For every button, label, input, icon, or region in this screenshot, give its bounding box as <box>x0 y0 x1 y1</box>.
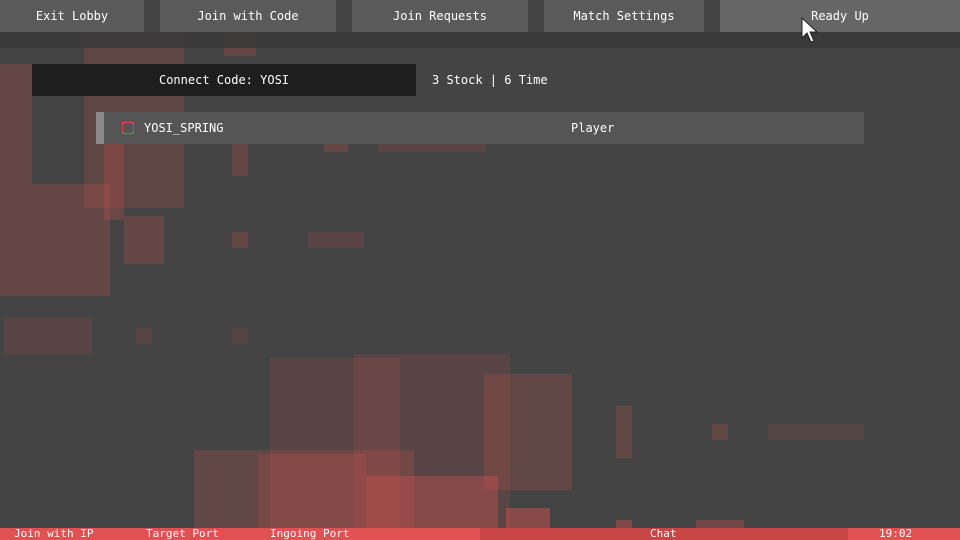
bottom-bar: Join with IP Target Port Ingoing Port Ch… <box>0 528 960 540</box>
match-settings-label: Match Settings <box>573 9 675 23</box>
connect-code-text: Connect Code: YOSI <box>158 73 290 87</box>
mouse-cursor-icon <box>801 17 819 43</box>
match-info: 3 Stock | 6 Time <box>432 64 548 96</box>
exit-lobby-label: Exit Lobby <box>35 9 109 23</box>
join-requests-label: Join Requests <box>393 9 487 23</box>
ready-up-button[interactable]: Ready Up <box>720 0 960 32</box>
player-row[interactable]: YOSI_SPRING Player <box>96 112 864 144</box>
match-info-text: 3 Stock | 6 Time <box>432 73 548 87</box>
chat-label: Chat <box>650 527 677 540</box>
player-row-accent <box>96 112 104 144</box>
player-name: YOSI_SPRING <box>144 121 224 135</box>
lobby-screen: Exit Lobby Join with Code Join Requests … <box>0 0 960 540</box>
join-with-code-button[interactable]: Join with Code <box>160 0 336 32</box>
ready-checkbox[interactable] <box>122 122 134 134</box>
join-requests-button[interactable]: Join Requests <box>352 0 528 32</box>
connect-code-box: Connect Code: YOSI <box>32 64 416 96</box>
join-with-ip-button[interactable]: Join with IP <box>14 528 93 540</box>
join-with-code-label: Join with Code <box>197 9 299 23</box>
exit-lobby-button[interactable]: Exit Lobby <box>0 0 144 32</box>
clock-text: 19:02 <box>879 527 913 540</box>
match-settings-button[interactable]: Match Settings <box>544 0 704 32</box>
player-role: Player <box>571 121 615 135</box>
ingoing-port-field[interactable]: Ingoing Port <box>270 528 349 540</box>
target-port-field[interactable]: Target Port <box>146 528 219 540</box>
